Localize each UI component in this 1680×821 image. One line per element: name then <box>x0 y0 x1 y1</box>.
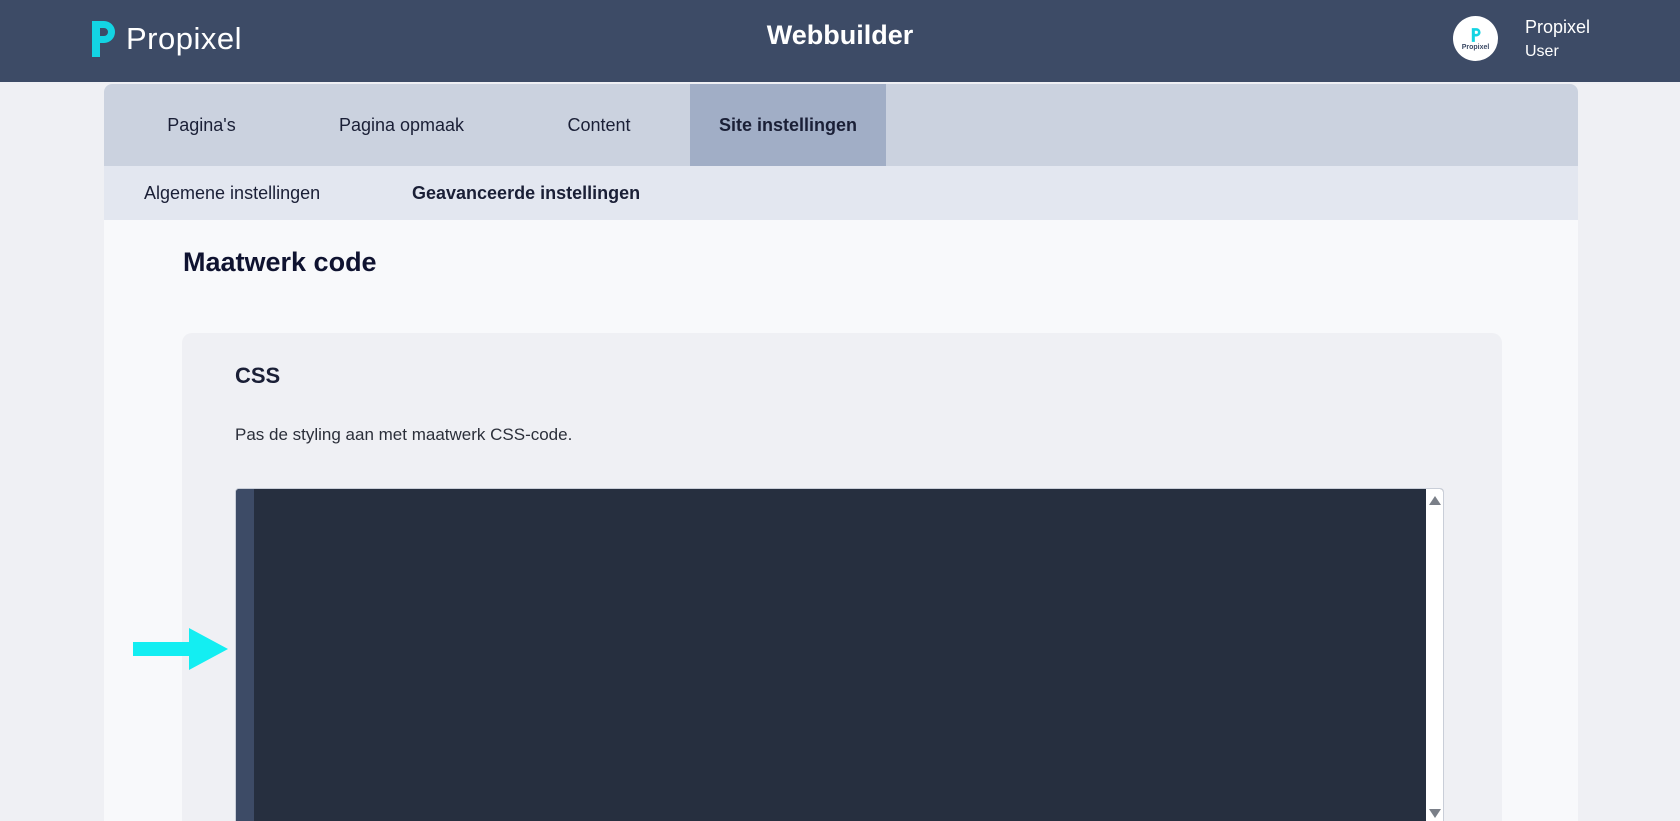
arrow-right-icon <box>133 628 228 670</box>
scroll-up-icon[interactable] <box>1429 496 1441 505</box>
tab-paginas[interactable]: Pagina's <box>104 84 299 166</box>
subtab-geavanceerde-instellingen[interactable]: Geavanceerde instellingen <box>412 166 640 220</box>
avatar-brand-text: Propixel <box>1461 43 1490 51</box>
scroll-down-icon[interactable] <box>1429 809 1441 818</box>
user-name: Propixel <box>1525 17 1591 37</box>
user-role: User <box>1525 43 1559 60</box>
app-title: Webbuilder <box>766 20 914 50</box>
css-code-input[interactable] <box>254 489 1426 821</box>
tab-pagina-opmaak[interactable]: Pagina opmaak <box>299 84 504 166</box>
editor-gutter <box>236 489 254 821</box>
user-avatar[interactable]: Propixel <box>1453 16 1498 61</box>
page-title: Maatwerk code <box>183 247 377 277</box>
tab-site-instellingen[interactable]: Site instellingen <box>690 84 886 166</box>
section-description: Pas de styling aan met maatwerk CSS-code… <box>235 425 573 444</box>
propixel-logo-icon <box>1471 27 1481 42</box>
main-tabs: Pagina's Pagina opmaak Content Site inst… <box>104 84 1578 166</box>
css-panel: CSS Pas de styling aan met maatwerk CSS-… <box>182 333 1502 821</box>
subtab-algemene-instellingen[interactable]: Algemene instellingen <box>144 166 320 220</box>
css-code-editor <box>235 488 1444 821</box>
section-title: CSS <box>235 363 281 388</box>
top-bar: Propixel Webbuilder Propixel Propixel Us… <box>0 0 1680 82</box>
sub-tabs: Algemene instellingen Geavanceerde inste… <box>104 166 1578 220</box>
settings-card: Pagina's Pagina opmaak Content Site inst… <box>104 84 1578 821</box>
tab-content[interactable]: Content <box>504 84 694 166</box>
editor-scrollbar[interactable] <box>1426 489 1443 821</box>
